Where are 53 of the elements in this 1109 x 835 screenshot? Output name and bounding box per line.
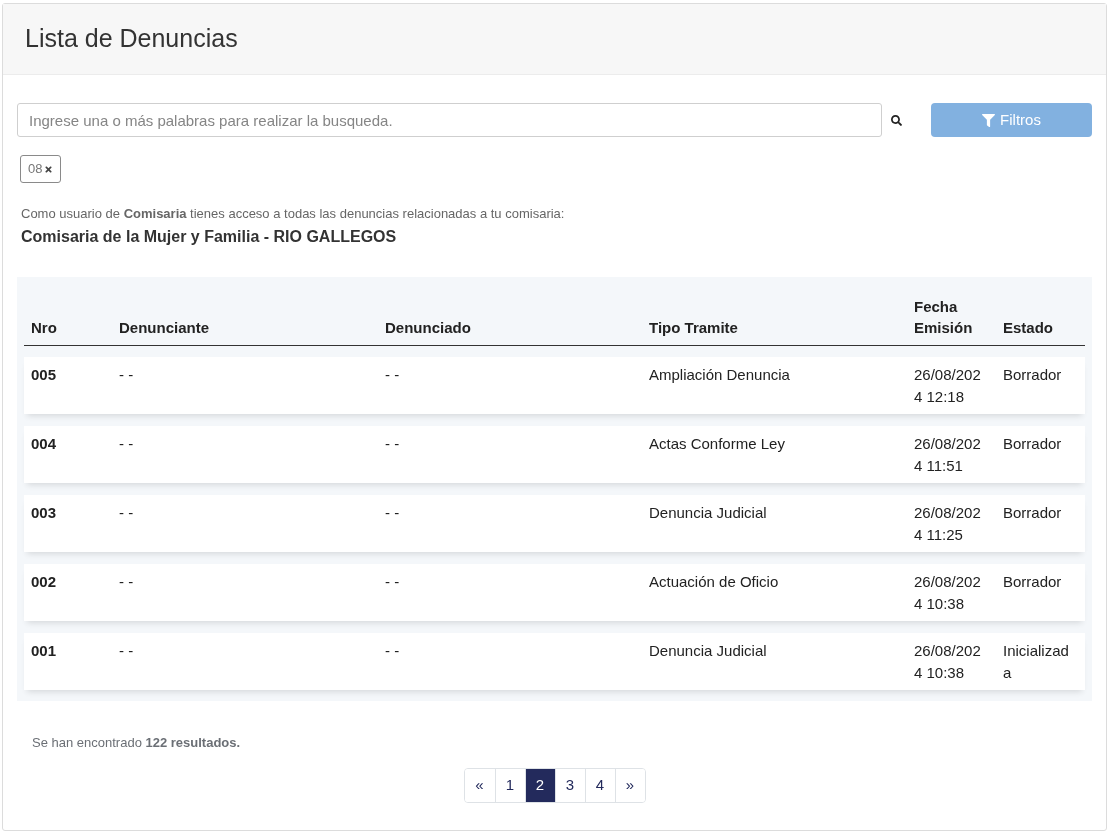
table-cell-text: 26/08/2024 12:18 bbox=[914, 365, 982, 407]
column-header: Tipo Tramite bbox=[649, 318, 739, 338]
access-note: Como usuario de Comisaria tienes acceso a todas las denuncias relacionadas a tu comisaria: bbox=[21, 205, 566, 223]
table-cell-text: - - bbox=[119, 572, 135, 592]
filter-icon bbox=[982, 113, 996, 127]
page-link[interactable]: 2 bbox=[524, 769, 555, 802]
table-cell-text: 26/08/2024 11:25 bbox=[914, 503, 982, 545]
table-cell-text: - - bbox=[119, 365, 135, 385]
table-cell-text: 004 bbox=[31, 434, 58, 454]
table-cell-text: Ampliación Denuncia bbox=[649, 365, 791, 385]
table-cell-text: - - bbox=[385, 434, 401, 454]
remove-icon[interactable] bbox=[44, 164, 54, 174]
table-cell-text: Borrador bbox=[1003, 365, 1063, 385]
table-cell-text: 26/08/2024 10:38 bbox=[914, 641, 982, 683]
table-cell-text: 26/08/2024 11:51 bbox=[914, 434, 982, 476]
table-cell-text: - - bbox=[385, 572, 401, 592]
table-cell-text: Borrador bbox=[1003, 503, 1063, 523]
column-header: Fecha Emisión bbox=[914, 297, 974, 338]
table-cell-text: - - bbox=[119, 641, 135, 661]
search-field[interactable]: Ingrese una o más palabras para realizar la busqueda. bbox=[17, 103, 882, 137]
column-header: Nro bbox=[31, 318, 58, 338]
table-row[interactable]: 002 - - - - Actuación de Oficio 26/08/2024 10:38 Borrador bbox=[24, 564, 1085, 621]
filter-chip[interactable]: 08 bbox=[20, 155, 62, 183]
search-icon[interactable] bbox=[891, 114, 902, 126]
column-header: Estado bbox=[1003, 318, 1054, 338]
column-header: Denunciante bbox=[119, 318, 210, 338]
table-row[interactable]: 003 - - - - Denuncia Judicial 26/08/2024 11:25 Borrador bbox=[24, 495, 1085, 552]
chip-label: 08 bbox=[28, 160, 43, 179]
table-cell-text: 002 bbox=[31, 572, 58, 592]
table-cell-text: - - bbox=[119, 503, 135, 523]
column-header: Denunciado bbox=[385, 318, 472, 338]
table-cell-text: 003 bbox=[31, 503, 58, 523]
table-cell-text: - - bbox=[385, 641, 401, 661]
table-row[interactable]: 001 - - - - Denuncia Judicial 26/08/2024 10:38 Inicializada bbox=[24, 633, 1085, 690]
table-cell-text: Actuación de Oficio bbox=[649, 572, 780, 592]
table-cell-text: 001 bbox=[31, 641, 58, 661]
table-cell-text: Actas Conforme Ley bbox=[649, 434, 786, 454]
table-cell-text: 005 bbox=[31, 365, 58, 385]
table-cell-text: - - bbox=[385, 503, 401, 523]
table-cell-text: Borrador bbox=[1003, 434, 1063, 454]
table-row[interactable]: 004 - - - - Actas Conforme Ley 26/08/2024 11:51 Borrador bbox=[24, 426, 1085, 483]
page-link[interactable]: » bbox=[614, 769, 645, 802]
table-row[interactable]: 005 - - - - Ampliación Denuncia 26/08/2024 12:18 Borrador bbox=[24, 357, 1085, 414]
page-title: Lista de Denuncias bbox=[25, 23, 238, 55]
results-summary: Se han encontrado 122 resultados. bbox=[32, 735, 242, 751]
table-cell-text: Inicializada bbox=[1003, 641, 1070, 683]
table-cell-text: Denuncia Judicial bbox=[649, 641, 768, 661]
station-name: Comisaria de la Mujer y Familia - RIO GALLEGOS bbox=[21, 227, 398, 247]
table-cell-text: - - bbox=[119, 434, 135, 454]
table-cell-text: 26/08/2024 10:38 bbox=[914, 572, 982, 614]
table-cell-text: Borrador bbox=[1003, 572, 1063, 592]
table-cell-text: Denuncia Judicial bbox=[649, 503, 768, 523]
table-cell-text: - - bbox=[385, 365, 401, 385]
